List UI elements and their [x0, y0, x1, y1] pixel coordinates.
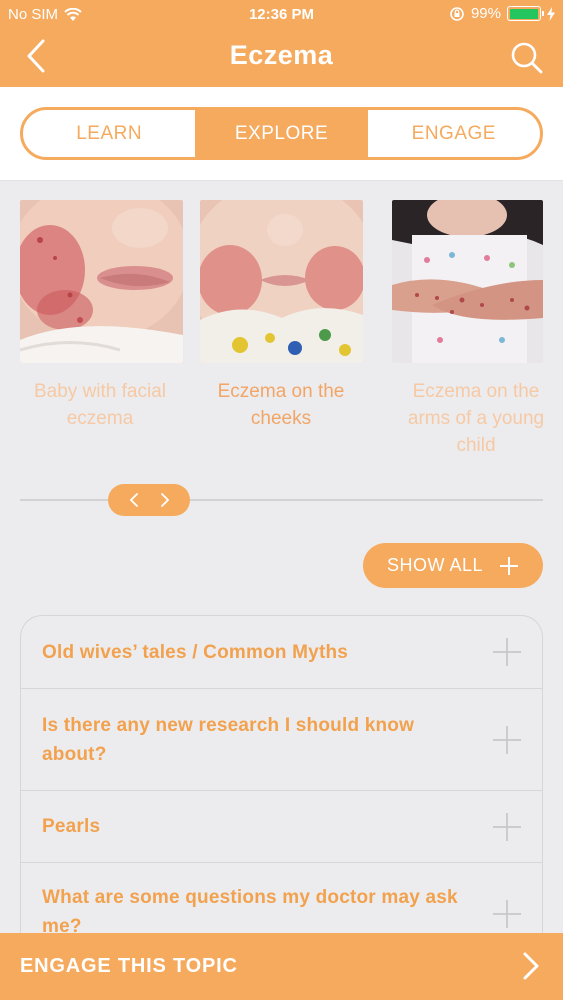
- plus-icon[interactable]: [492, 637, 522, 667]
- engage-topic-label: ENGAGE THIS TOPIC: [20, 955, 238, 977]
- carousel-scroll-track[interactable]: [20, 499, 543, 501]
- show-all-label: SHOW ALL: [386, 555, 484, 575]
- status-bar: No SIM 12:36 PM 99%: [0, 0, 563, 30]
- carousel-item[interactable]: Baby with facial eczema: [12, 200, 184, 432]
- eczema-cheeks-photo[interactable]: [200, 200, 363, 363]
- orientation-lock-icon: [450, 6, 464, 21]
- accordion-label: Old wives’ tales / Common Myths: [42, 641, 349, 663]
- tab-bar-container: LEARN EXPLORE ENGAGE: [0, 87, 563, 181]
- engage-topic-bar[interactable]: ENGAGE THIS TOPIC: [0, 933, 563, 1000]
- eczema-arms-photo[interactable]: [392, 200, 543, 363]
- image-carousel: Baby with facial eczema Eczema on the ch…: [0, 200, 563, 470]
- status-right: 99%: [449, 5, 555, 22]
- plus-icon[interactable]: [492, 725, 522, 755]
- faq-accordion: Old wives’ tales / Common Myths Is there…: [20, 615, 543, 955]
- accordion-label: Is there any new research I should know …: [42, 714, 415, 765]
- carousel-item[interactable]: Eczema on the arms of a young child: [388, 200, 560, 459]
- accordion-label: Pearls: [42, 816, 101, 837]
- page-title: Eczema: [229, 40, 334, 70]
- battery-percent: 99%: [470, 5, 501, 22]
- accordion-item-myths[interactable]: Old wives’ tales / Common Myths: [21, 616, 542, 689]
- carousel-caption: Eczema on the cheeks: [217, 381, 345, 429]
- app-screen: No SIM 12:36 PM 99% Eczema LEARN EXPLORE…: [0, 0, 563, 1000]
- carousel-caption: Baby with facial eczema: [33, 381, 166, 429]
- search-button[interactable]: [507, 38, 547, 78]
- carousel-caption: Eczema on the arms of a young child: [407, 381, 545, 456]
- carousel-scroll-thumb[interactable]: [108, 484, 190, 516]
- segmented-tabs: LEARN EXPLORE ENGAGE: [20, 107, 543, 160]
- tab-explore[interactable]: EXPLORE: [195, 110, 368, 157]
- chevron-right-icon[interactable]: [159, 492, 171, 508]
- accordion-item-pearls[interactable]: Pearls: [21, 791, 542, 863]
- plus-icon[interactable]: [492, 812, 522, 842]
- battery-icon: [507, 6, 544, 21]
- plus-icon[interactable]: [492, 899, 522, 929]
- nav-bar: Eczema: [0, 30, 563, 87]
- header: No SIM 12:36 PM 99% Eczema: [0, 0, 563, 87]
- show-all-button[interactable]: SHOW ALL: [363, 543, 543, 588]
- eczema-face-photo[interactable]: [20, 200, 183, 363]
- chevron-right-icon[interactable]: [515, 951, 545, 981]
- tab-engage[interactable]: ENGAGE: [368, 110, 540, 157]
- search-icon: [511, 42, 543, 74]
- chevron-left-icon[interactable]: [128, 492, 140, 508]
- charging-bolt-icon: [547, 6, 555, 21]
- carousel-item[interactable]: Eczema on the cheeks: [195, 200, 367, 432]
- tab-learn[interactable]: LEARN: [23, 110, 195, 157]
- accordion-item-research[interactable]: Is there any new research I should know …: [21, 689, 542, 791]
- plus-icon: [500, 556, 519, 575]
